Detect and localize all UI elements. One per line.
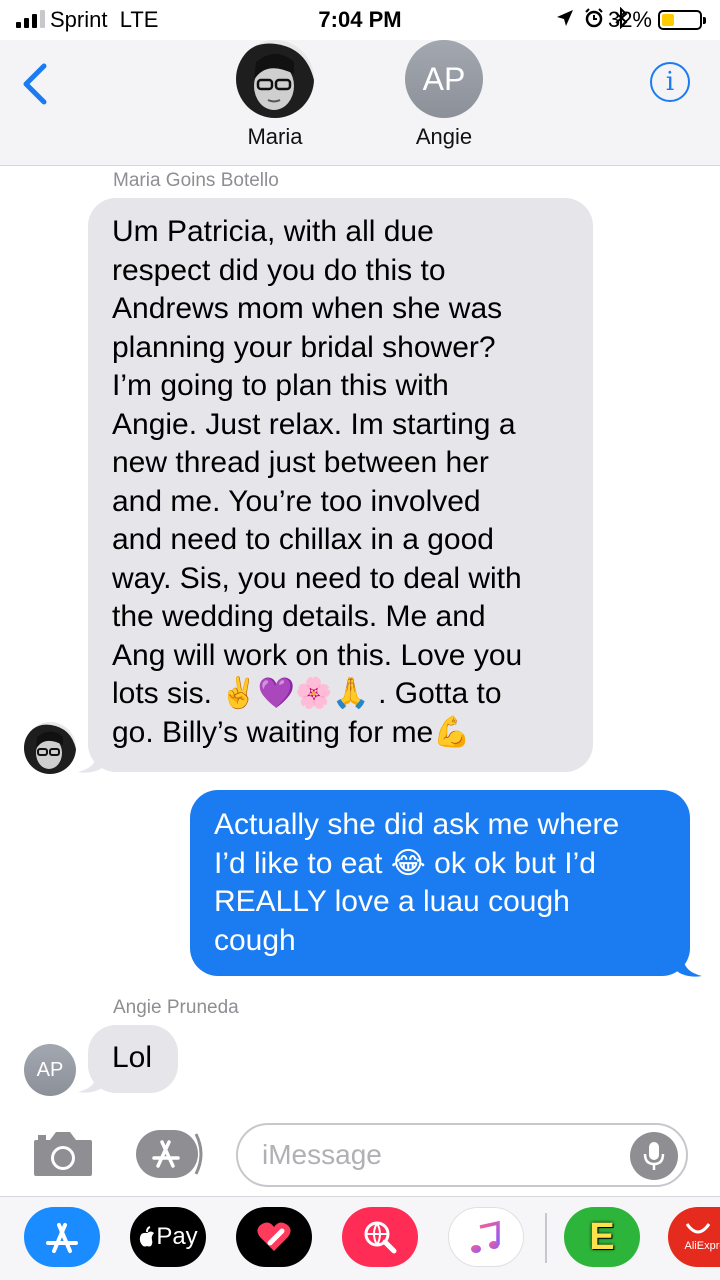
bubble-tail bbox=[676, 948, 702, 977]
apple-pay-label: Pay bbox=[156, 1223, 198, 1250]
imessage-input[interactable] bbox=[236, 1123, 688, 1187]
message-line: Actually she did ask me where bbox=[214, 808, 620, 841]
message-line: respect did you do this to bbox=[112, 253, 446, 287]
incoming-message-bubble[interactable]: Um Patricia, with all due respect did yo… bbox=[88, 198, 593, 772]
message-line: and need to chillax in a good bbox=[112, 523, 494, 556]
avatar bbox=[236, 40, 314, 118]
message-line: Andrews mom when she was bbox=[112, 292, 503, 325]
compose-bar bbox=[0, 1110, 720, 1196]
message-line: Um Patricia, with all due bbox=[112, 215, 434, 248]
chevron-left-icon[interactable] bbox=[18, 58, 54, 110]
message-line: the wedding details. Me and bbox=[112, 600, 486, 633]
digital-touch-drawer-icon[interactable] bbox=[236, 1207, 312, 1267]
outgoing-message-bubble[interactable]: Actually she did ask me where I’d like t… bbox=[190, 790, 690, 976]
battery-percent: 32% bbox=[607, 7, 652, 32]
message-line: I’m going to plan this with bbox=[112, 369, 449, 402]
microphone-button[interactable] bbox=[630, 1132, 678, 1180]
apple-pay-drawer-icon[interactable]: Pay bbox=[130, 1207, 206, 1267]
message-line: Angie. Just relax. Im starting a bbox=[112, 407, 516, 441]
aliexpress-icon bbox=[685, 1223, 711, 1234]
alarm-icon bbox=[585, 8, 603, 28]
message-line: cough bbox=[214, 923, 296, 957]
message-line: go. Billy’s waiting for me💪 bbox=[112, 715, 471, 749]
aliexpress-label: AliExpre bbox=[684, 1240, 720, 1252]
app-store-drawer-icon[interactable] bbox=[24, 1207, 100, 1267]
digital-touch-icon bbox=[257, 1222, 291, 1251]
contact-maria[interactable]: Maria bbox=[215, 40, 335, 150]
message-line: Ang will work on this. Love you bbox=[112, 638, 523, 672]
battery-icon bbox=[658, 10, 706, 30]
apple-pay-icon bbox=[140, 1226, 155, 1247]
fandango-icon: E bbox=[589, 1215, 615, 1258]
conversation-header: Maria AP Angie i bbox=[0, 40, 720, 166]
contact-photo bbox=[24, 722, 76, 774]
contact-name: Maria bbox=[247, 124, 303, 149]
app-store-icon[interactable] bbox=[134, 1128, 204, 1180]
info-icon[interactable]: i bbox=[650, 62, 690, 102]
message-line: way. Sis, you need to deal with bbox=[112, 561, 522, 595]
fandango-drawer-icon[interactable]: E bbox=[564, 1207, 640, 1267]
music-drawer-icon[interactable] bbox=[448, 1207, 524, 1267]
contact-angie[interactable]: AP Angie bbox=[384, 40, 504, 150]
message-line: new thread just between her bbox=[112, 446, 489, 479]
contact-photo bbox=[236, 40, 314, 118]
location-icon bbox=[557, 10, 573, 26]
bubble-tail bbox=[78, 1064, 104, 1093]
message-line: I’d like to eat 😂 ok ok but I’d bbox=[214, 846, 596, 880]
sender-name: Angie Pruneda bbox=[113, 997, 239, 1018]
app-store-icon bbox=[46, 1223, 78, 1253]
sender-name: Maria Goins Botello bbox=[113, 170, 279, 191]
web-search-drawer-icon[interactable] bbox=[342, 1207, 418, 1267]
message-line: and me. You’re too involved bbox=[112, 484, 481, 518]
avatar: AP bbox=[24, 1044, 76, 1096]
message-line: planning your bridal shower? bbox=[112, 330, 496, 364]
message-line: REALLY love a luau cough bbox=[214, 885, 570, 918]
bubble-tail bbox=[78, 744, 104, 773]
avatar bbox=[24, 722, 76, 774]
music-icon bbox=[471, 1220, 500, 1253]
avatar: AP bbox=[405, 40, 483, 118]
status-bar: Sprint LTE 7:04 PM 32% bbox=[0, 0, 720, 40]
message-line: Lol bbox=[112, 1041, 153, 1074]
app-drawer: Pay E AliExpre bbox=[0, 1196, 720, 1280]
microphone-icon bbox=[643, 1142, 665, 1170]
camera-icon[interactable] bbox=[32, 1130, 94, 1178]
aliexpress-drawer-icon[interactable]: AliExpre bbox=[668, 1207, 720, 1267]
contact-name: Angie bbox=[415, 124, 473, 149]
globe-search-icon bbox=[364, 1221, 397, 1254]
drawer-divider bbox=[545, 1213, 547, 1263]
battery-fill bbox=[662, 14, 674, 26]
message-line: lots sis. ✌️💜🌸🙏 . Gotta to bbox=[112, 677, 502, 710]
